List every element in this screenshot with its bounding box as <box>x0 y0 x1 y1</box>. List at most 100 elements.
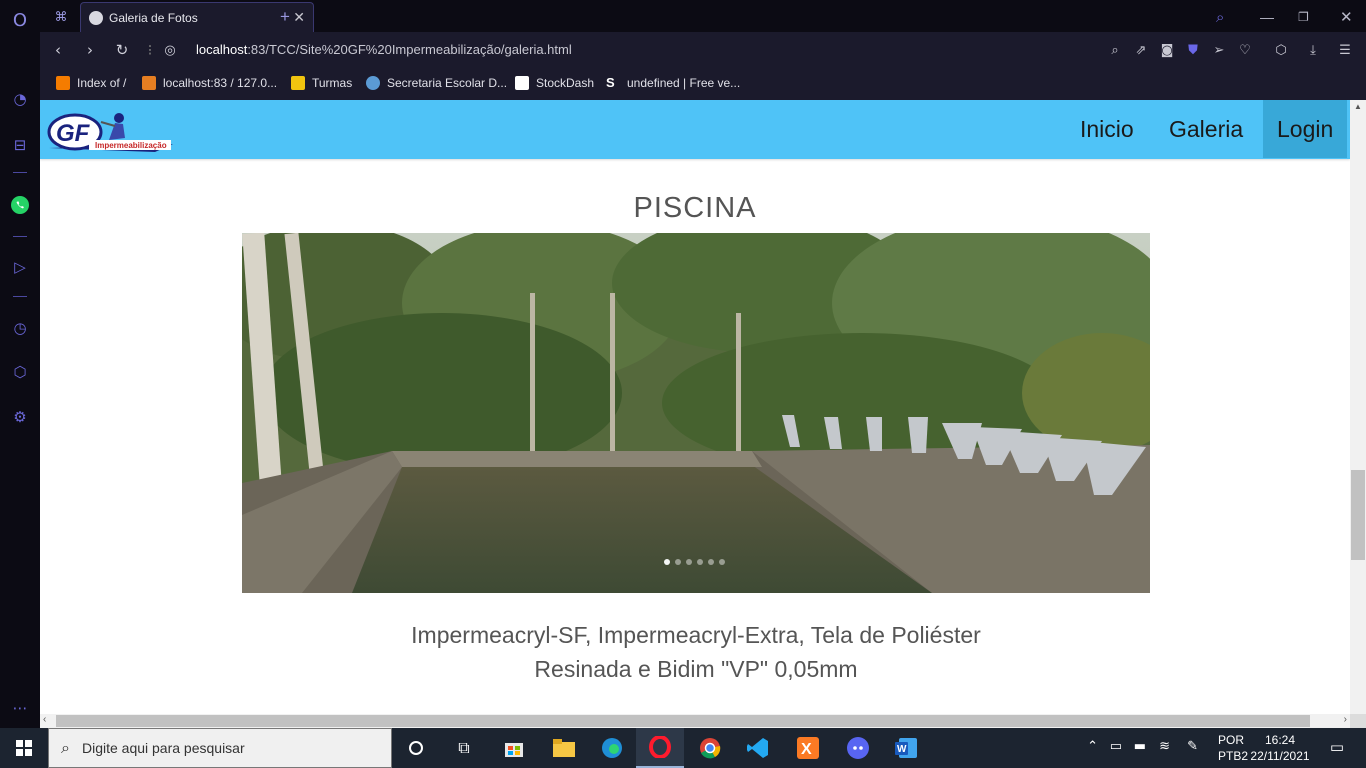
scroll-right-icon[interactable]: › <box>1344 714 1347 725</box>
bookmark-item[interactable]: StockDash <box>515 76 594 90</box>
address-bar: ‹ › ↻ ⁝ ◎ localhost:83/TCC/Site%20GF%20I… <box>40 32 1366 68</box>
bookmark-label: Turmas <box>312 76 353 90</box>
carousel-photo[interactable] <box>242 233 1150 593</box>
opera-sidebar: O ◔ ⊟ ▷ ◷ ⬡ ⚙ ⋯ <box>0 0 40 728</box>
carousel-dot[interactable] <box>664 559 670 565</box>
input-language[interactable]: POR PTB2 <box>1218 732 1248 764</box>
clock[interactable]: 16:24 22/11/2021 <box>1250 732 1310 764</box>
tab-search-icon[interactable]: ⌕ <box>1216 2 1224 32</box>
search-placeholder: Digite aqui para pesquisar <box>81 740 245 756</box>
scroll-up-icon[interactable]: ▲ <box>1354 102 1362 111</box>
file-explorer-icon[interactable] <box>540 728 588 768</box>
tab-title: Galeria de Fotos <box>109 10 198 25</box>
scroll-left-icon[interactable]: ‹ <box>43 714 46 725</box>
grip-dots-icon: ⁝ <box>147 41 153 59</box>
tray-chevron-icon[interactable]: ⌃ <box>1087 739 1098 754</box>
battery-icon[interactable]: ▬ <box>1134 739 1146 754</box>
bookmark-item[interactable]: Index of / <box>56 76 126 90</box>
bookmark-item[interactable]: Sundefined | Free ve... <box>606 76 741 91</box>
vpn-shield-icon[interactable]: ⛊ <box>1184 41 1202 59</box>
favorites-heart-icon[interactable]: ♡ <box>1236 41 1254 59</box>
carousel-dot[interactable] <box>719 559 725 565</box>
url-path: :83/TCC/Site%20GF%20Impermeabilização/ga… <box>247 42 572 57</box>
settings-gear-icon[interactable]: ⚙ <box>9 406 31 428</box>
bookmark-label: Index of / <box>77 76 127 90</box>
nav-galeria[interactable]: Galeria <box>1155 100 1257 158</box>
minimize-icon[interactable]: — <box>1260 2 1274 32</box>
photo-caption: Impermeacryl-SF, Impermeacryl-Extra, Tel… <box>340 618 1052 686</box>
shopping-icon[interactable]: ⊟ <box>9 134 31 156</box>
page-icon <box>515 76 529 90</box>
vertical-scroll-thumb[interactable] <box>1351 470 1365 560</box>
speed-dial-icon[interactable]: ◔ <box>9 88 31 110</box>
nav-inicio[interactable]: Inicio <box>1066 100 1148 158</box>
bookmark-label: undefined | Free ve... <box>627 76 741 90</box>
tab-strip: ⌘ Galeria de Fotos ✕ + ⌕ — ❐ ✕ <box>40 0 1366 32</box>
carousel-dot[interactable] <box>675 559 681 565</box>
opera-logo-icon[interactable]: O <box>9 9 31 31</box>
send-icon[interactable]: ➢ <box>1210 41 1228 59</box>
keyboard-layout: PTB2 <box>1217 749 1248 763</box>
tab-menu-icon[interactable]: ⌘ <box>46 2 76 32</box>
page-viewport: GF Impermeabilização Inicio Galeria Logi… <box>40 100 1350 714</box>
player-icon[interactable]: ▷ <box>9 256 31 278</box>
vscode-icon[interactable] <box>734 728 782 768</box>
site-header: GF Impermeabilização Inicio Galeria Logi… <box>40 100 1350 159</box>
share-icon[interactable]: ⇗ <box>1132 41 1150 59</box>
horizontal-scrollbar[interactable]: ‹ › <box>40 714 1350 728</box>
svg-text:W: W <box>897 744 907 755</box>
window-close-icon[interactable]: ✕ <box>1340 2 1353 32</box>
search-icon: ⌕ <box>61 738 70 757</box>
edge-icon[interactable] <box>588 728 636 768</box>
discord-icon[interactable] <box>834 728 882 768</box>
word-icon[interactable]: W <box>882 728 930 768</box>
carousel-dot[interactable] <box>697 559 703 565</box>
carousel-indicators <box>664 559 725 565</box>
nav-login[interactable]: Login <box>1263 100 1348 158</box>
wifi-icon[interactable]: ≋ <box>1159 739 1170 754</box>
bookmark-item[interactable]: Turmas <box>291 76 352 90</box>
cortana-icon[interactable] <box>392 728 440 768</box>
site-info-globe-icon[interactable]: ◎ <box>160 40 180 60</box>
pen-icon[interactable]: ✎ <box>1187 739 1198 754</box>
forward-icon[interactable]: › <box>80 40 100 60</box>
tab-active[interactable]: Galeria de Fotos ✕ <box>80 2 314 32</box>
pool-photo <box>242 233 1150 593</box>
easy-setup-icon[interactable]: ☰ <box>1336 41 1354 59</box>
bookmark-item[interactable]: localhost:83 / 127.0... <box>142 76 277 90</box>
windows-start-icon[interactable] <box>0 728 48 768</box>
chrome-icon[interactable] <box>686 728 734 768</box>
bookmark-label: localhost:83 / 127.0... <box>163 76 278 90</box>
vertical-scrollbar[interactable]: ▲ <box>1350 100 1366 714</box>
snapshot-camera-icon[interactable]: ◙ <box>1158 41 1176 59</box>
taskbar: ⌕ Digite aqui para pesquisar ⧉ X W ⌃ ▭ ▬… <box>0 728 1366 768</box>
carousel-dot[interactable] <box>708 559 714 565</box>
whatsapp-icon[interactable] <box>9 194 31 216</box>
task-view-icon[interactable]: ⧉ <box>440 728 488 768</box>
reload-icon[interactable]: ↻ <box>112 40 132 60</box>
extensions-cube-icon[interactable]: ⬡ <box>9 361 31 383</box>
meet-now-icon[interactable]: ▭ <box>1110 739 1122 754</box>
back-icon[interactable]: ‹ <box>48 40 68 60</box>
more-dots-icon[interactable]: ⋯ <box>9 697 31 719</box>
taskbar-search[interactable]: ⌕ Digite aqui para pesquisar <box>48 728 392 768</box>
logo-text: GF <box>56 120 91 147</box>
extensions-icon[interactable]: ⬡ <box>1272 41 1290 59</box>
tab-favicon-icon <box>89 10 103 25</box>
bookmark-label: Secretaria Escolar D... <box>387 76 508 90</box>
bookmark-item[interactable]: Secretaria Escolar D... <box>366 76 507 90</box>
xampp-taskbar-icon[interactable]: X <box>784 728 832 768</box>
new-tab-icon[interactable]: + <box>280 2 302 32</box>
opera-taskbar-icon[interactable] <box>636 728 684 768</box>
scroll-corner <box>1350 714 1366 728</box>
url-field[interactable]: localhost:83/TCC/Site%20GF%20Impermeabil… <box>196 42 572 57</box>
store-icon[interactable] <box>490 728 538 768</box>
downloads-icon[interactable]: ⤓ <box>1304 41 1322 59</box>
horizontal-scroll-thumb[interactable] <box>56 715 1310 727</box>
history-icon[interactable]: ◷ <box>9 317 31 339</box>
carousel-dot[interactable] <box>686 559 692 565</box>
notifications-icon[interactable]: ▭ <box>1330 738 1344 756</box>
page-search-icon[interactable]: ⌕ <box>1106 41 1124 59</box>
restore-icon[interactable]: ❐ <box>1298 2 1309 32</box>
site-logo[interactable]: GF Impermeabilização <box>45 108 177 154</box>
